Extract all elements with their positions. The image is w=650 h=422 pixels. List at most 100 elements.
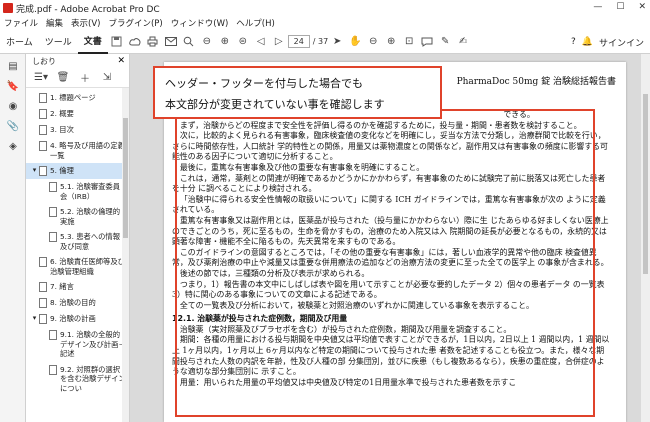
page-number-input[interactable]: 24: [287, 35, 310, 48]
bookmark-item[interactable]: 2. 概要: [26, 106, 129, 122]
expand-bookmark-icon[interactable]: ⇲: [98, 70, 116, 86]
menu-help[interactable]: ヘルプ(H): [236, 17, 275, 29]
upload-cloud-icon[interactable]: [126, 34, 144, 50]
callout-line-1: ヘッダー・フッターを付与した場合でも: [165, 77, 363, 90]
fit-page-icon[interactable]: ⊖: [198, 34, 216, 50]
menu-plugin[interactable]: ブラグイン(P): [108, 17, 162, 29]
comment-icon[interactable]: [418, 34, 436, 50]
bookmark-page-icon: [39, 93, 47, 103]
bookmark-label: 5.2. 治験の倫理的実施: [60, 207, 121, 226]
bookmark-options-icon[interactable]: ☰▾: [32, 70, 50, 86]
bookmark-label: 8. 治験の目的: [50, 298, 96, 307]
bookmark-item[interactable]: 9.2. 対照群の選択を含む治験デザインについ: [26, 362, 129, 397]
bookmark-label: 2. 概要: [50, 109, 74, 118]
zoom-out-icon[interactable]: ⊖: [364, 34, 382, 50]
scroll-up-icon[interactable]: ⊕: [216, 34, 234, 50]
right-toolbar: ? 🔔 サインイン: [571, 30, 644, 54]
bookmark-item[interactable]: 1. 標題ページ: [26, 90, 129, 106]
minimize-button[interactable]: —: [593, 2, 602, 12]
expand-toggle-icon[interactable]: ▾: [30, 166, 39, 176]
bookmarks-toolbar: ☰▾ 🗑 ＋ ⇲: [26, 68, 129, 88]
window-title: 完成.pdf - Adobe Acrobat Pro DC: [16, 4, 160, 15]
section-heading: 12.1. 治験薬が投与された症例数，期間及び用量: [172, 314, 348, 324]
tab-tools[interactable]: ツール: [39, 30, 78, 54]
bookmark-item[interactable]: 8. 治験の目的: [26, 295, 129, 311]
page-thumbnails-icon[interactable]: ▤: [4, 58, 22, 74]
bookmark-page-icon: [39, 125, 47, 135]
save-icon[interactable]: [108, 34, 126, 50]
bookmark-item[interactable]: 5.3. 患者への情報及び同意: [26, 229, 129, 254]
zoom-plus-icon[interactable]: ⊕: [382, 34, 400, 50]
document-scroll-thumb[interactable]: [643, 94, 648, 274]
hand-tool-icon[interactable]: ✋: [346, 34, 364, 50]
bookmark-label: 9. 治験の計画: [50, 314, 96, 323]
body-paragraph: 最後に，重篤な有害事象及び他の重要な有害事象を明確にすること。: [179, 162, 425, 172]
bookmark-page-icon: [49, 364, 57, 375]
fit-width-icon[interactable]: ⊡: [400, 34, 418, 50]
print-icon[interactable]: [144, 34, 162, 50]
bookmark-item[interactable]: 5.2. 治験の倫理的実施: [26, 204, 129, 229]
previous-page-icon[interactable]: ◁: [252, 34, 270, 50]
callout-line-2: 本文部分が変更されていない事を確認します: [165, 98, 385, 111]
new-bookmark-icon[interactable]: ＋: [76, 70, 94, 86]
menu-edit[interactable]: 編集: [46, 17, 63, 29]
menu-view[interactable]: 表示(V): [71, 17, 100, 29]
menu-window[interactable]: ウィンドウ(W): [171, 17, 229, 29]
expand-toggle-icon[interactable]: ▾: [30, 314, 39, 324]
body-paragraph: 次に，比較的よく見られる有害事象，臨床検査値の変化などを明確にし，妥当な方法で分…: [172, 131, 608, 162]
tab-document[interactable]: 文書: [77, 30, 108, 54]
bookmark-page-icon: [39, 298, 47, 308]
bookmark-page-icon: [49, 232, 57, 242]
navigation-rail: ▤ 🔖 ◉ 📎 ◈: [0, 54, 26, 422]
section-paragraph: 期間：各種の用量における投与期間を中央値又は平均値で表すことができるが，1日以内…: [172, 335, 610, 377]
signin-link[interactable]: サインイン: [599, 36, 644, 49]
document-scrollbar[interactable]: [641, 54, 650, 422]
tab-home[interactable]: ホーム: [0, 30, 39, 54]
next-page-icon[interactable]: ▷: [270, 34, 288, 50]
bookmark-panel-icon[interactable]: 🔖: [4, 78, 22, 94]
acrobat-app-icon: [3, 3, 13, 13]
annotation-callout: ヘッダー・フッターを付与した場合でも 本文部分が変更されていない事を確認します: [153, 66, 442, 119]
bell-icon[interactable]: 🔔: [582, 37, 593, 47]
delete-bookmark-icon[interactable]: 🗑: [54, 70, 72, 86]
section-paragraph: 治験薬（実対照薬及びプラセボを含む）が投与された症例数，期間及び用量を調査するこ…: [179, 324, 512, 334]
attachment-icon[interactable]: 📎: [4, 118, 22, 134]
bookmarks-scroll-thumb[interactable]: [123, 118, 128, 238]
body-paragraph: 後述の節では，三種類の分析及び表示が求められる。: [179, 268, 370, 278]
layers-icon[interactable]: ◉: [4, 98, 22, 114]
bookmark-label: 5.1. 治験審査委員会（IRB）: [60, 182, 121, 201]
bookmark-item[interactable]: ▾ 5. 倫理: [26, 163, 129, 179]
bookmark-item[interactable]: 5.1. 治験審査委員会（IRB）: [26, 179, 129, 204]
bookmark-page-icon: [49, 207, 57, 217]
close-panel-icon[interactable]: ✕: [117, 56, 125, 66]
main-toolbar: ホーム ツール 文書 ⊖ ⊕ ⊜ ◁ ▷ 24 / 37 ➤ ✋ ⊖ ⊕ ⊡ ✎…: [0, 30, 650, 54]
page-total: / 37: [312, 37, 329, 46]
sign-icon[interactable]: ✍: [454, 34, 472, 50]
bookmark-item[interactable]: 4. 略号及び用語の定義一覧: [26, 138, 129, 163]
bookmark-item[interactable]: 3. 目次: [26, 122, 129, 138]
maximize-button[interactable]: ☐: [616, 2, 624, 12]
bookmarks-title: しおり: [32, 56, 56, 66]
menu-file[interactable]: ファイル: [4, 17, 38, 29]
email-icon[interactable]: [162, 34, 180, 50]
help-icon[interactable]: ?: [571, 37, 576, 47]
bookmark-page-icon: [39, 141, 47, 151]
pen-icon[interactable]: ✎: [436, 34, 454, 50]
bookmark-item[interactable]: 7. 緒言: [26, 279, 129, 295]
bookmark-item[interactable]: 9.1. 治験の全般的デザイン及び計画－記述: [26, 327, 129, 362]
bookmark-label: 5. 倫理: [50, 166, 74, 175]
bookmark-label: 4. 略号及び用語の定義一覧: [50, 141, 125, 160]
bookmark-page-icon: [39, 166, 47, 176]
select-cursor-icon[interactable]: ➤: [328, 34, 346, 50]
body-paragraph: 全ての一覧表及び分析において，被験薬と対照治療のいずれかに関連している事象を表示…: [179, 300, 534, 310]
bookmarks-scrollbar[interactable]: [122, 88, 129, 422]
bookmark-page-icon: [39, 282, 47, 292]
zoom-in-icon[interactable]: ⊜: [234, 34, 252, 50]
body-paragraph: 重篤な有害事象又は副作用とは，医薬品が投与された（投与量にかかわらない）際に生 …: [172, 215, 609, 247]
bookmark-item[interactable]: 6. 治験責任医師等及び治験管理組織: [26, 254, 129, 279]
close-window-button[interactable]: ✕: [638, 2, 646, 12]
bookmark-label: 6. 治験責任医師等及び治験管理組織: [50, 257, 125, 276]
stack-icon[interactable]: ◈: [4, 138, 22, 154]
search-icon[interactable]: [180, 34, 198, 50]
bookmark-item[interactable]: ▾ 9. 治験の計画: [26, 311, 129, 327]
